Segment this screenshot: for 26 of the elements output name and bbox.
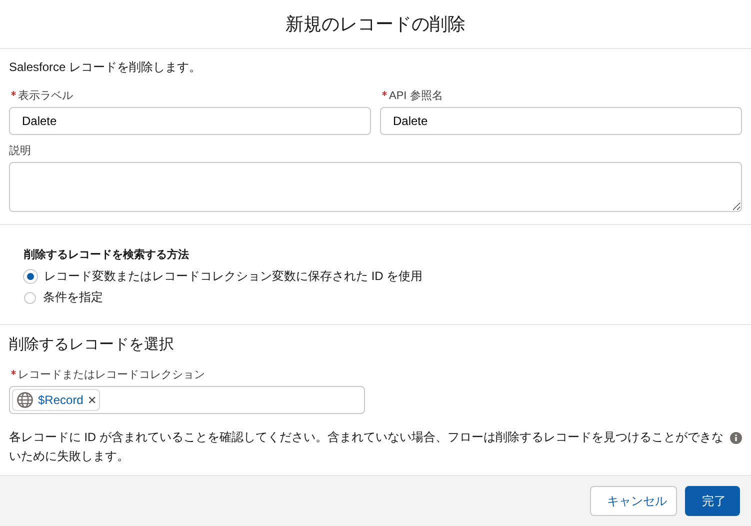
text-input-field[interactable]: Dalete [9,107,371,135]
text-input-field[interactable]: Dalete [380,107,742,135]
done-button[interactable]: 完了 [685,486,740,516]
required-icon [382,91,387,96]
description-text: Salesforce レコードを削除します。 [9,59,202,76]
field-label: 説明 [9,144,31,158]
cancel-button[interactable]: キャンセル [590,486,677,516]
radio-label[interactable]: 条件を指定 [43,289,103,306]
remove-button[interactable]: ✕ [87,394,96,406]
required-icon [11,370,16,375]
radio-label[interactable]: レコード変数またはレコードコレクション変数に保存された ID を使用 [44,268,423,285]
field-label: 表示ラベル [18,89,73,103]
globe-icon [16,391,34,409]
field-label: レコードまたはレコードコレクション [18,368,205,382]
group-label: 削除するレコードを検索する方法 [24,248,190,262]
section-heading: 削除するレコードを選択 [9,335,175,354]
info-icon[interactable] [730,432,742,444]
window-title: 新規のレコードの削除 [286,13,466,36]
help-text: 各レコードに ID が含まれていることを確認してください。含まれていない場合、フローは削除するレコードを見つけることができないために失敗します。 [9,429,724,465]
lookup-field[interactable]: $Record ✕ [9,386,365,414]
field-label: API 参照名 [389,89,443,103]
required-icon [11,91,16,96]
radio-button[interactable] [24,292,36,304]
pill-label: $Record [38,393,84,407]
record-pill[interactable]: $Record ✕ [12,389,100,411]
textarea-field[interactable] [9,162,742,212]
